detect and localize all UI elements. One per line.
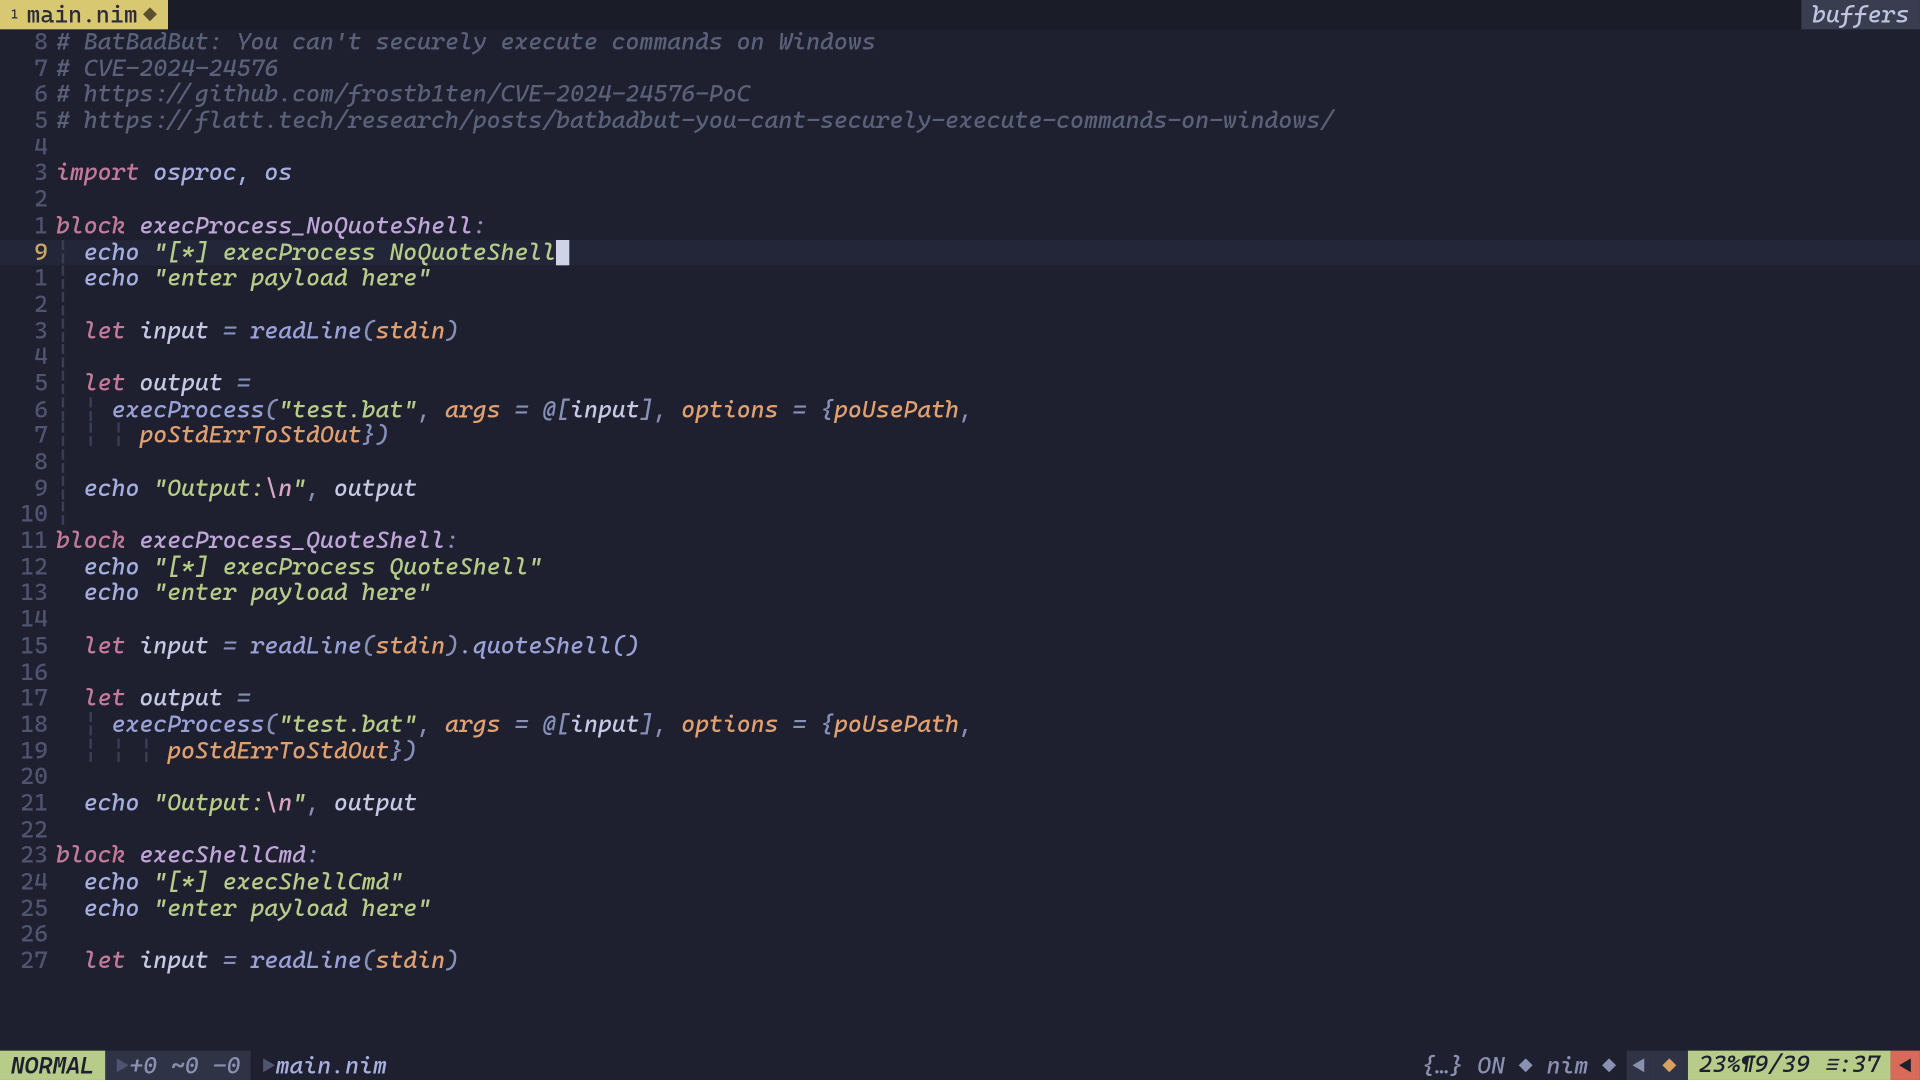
line-number: 10: [0, 502, 56, 528]
line-number: 16: [0, 659, 56, 685]
code-line[interactable]: # https://github.com/frostb1ten/CVE-2024…: [56, 82, 1920, 108]
code-line[interactable]: ¦ let output =: [56, 371, 1920, 397]
code-line[interactable]: block execShellCmd:: [56, 843, 1920, 869]
line-number: 20: [0, 764, 56, 790]
code-line[interactable]: ¦: [56, 344, 1920, 370]
line-number: 17: [0, 686, 56, 712]
line-number: 8: [0, 449, 56, 475]
line-number: 7: [0, 56, 56, 82]
line-number: 4: [0, 134, 56, 160]
line-number: 15: [0, 633, 56, 659]
code-line[interactable]: echo "Output:\n", output: [56, 791, 1920, 817]
code-line[interactable]: ¦ ¦ execProcess("test.bat", args = @[inp…: [56, 397, 1920, 423]
line-number: 6: [0, 82, 56, 108]
tabline-spacer: [168, 0, 1802, 29]
line-number: 1: [0, 213, 56, 239]
code-line[interactable]: [56, 764, 1920, 790]
line-number: 23: [0, 843, 56, 869]
line-number: 8: [0, 29, 56, 55]
error-indicator-icon: ◀: [1891, 1051, 1920, 1080]
line-number: 18: [0, 712, 56, 738]
line-number: 11: [0, 528, 56, 554]
code-line[interactable]: ¦ execProcess("test.bat", args = @[input…: [56, 712, 1920, 738]
tab-line: 1 main.nim ◆ buffers: [0, 0, 1920, 29]
code-line[interactable]: [56, 187, 1920, 213]
line-number: 6: [0, 397, 56, 423]
code-line[interactable]: ¦ ¦ ¦ poStdErrToStdOut}): [56, 423, 1920, 449]
code-line[interactable]: ¦ let input = readLine(stdin): [56, 318, 1920, 344]
code-line[interactable]: block execProcess_NoQuoteShell:: [56, 213, 1920, 239]
line-number: 24: [0, 869, 56, 895]
line-number: 21: [0, 791, 56, 817]
line-number: 14: [0, 607, 56, 633]
line-number: 26: [0, 922, 56, 948]
code-line[interactable]: echo "[*] execShellCmd": [56, 869, 1920, 895]
encoding-filetype: {…} ON ◆ nim ◆: [1411, 1051, 1627, 1080]
line-number: 5: [0, 108, 56, 134]
code-line[interactable]: ¦: [56, 292, 1920, 318]
code-line[interactable]: # BatBadBut: You can't securely execute …: [56, 29, 1920, 55]
line-number: 1: [0, 266, 56, 292]
line-number: 27: [0, 948, 56, 974]
code-line[interactable]: echo "enter payload here": [56, 581, 1920, 607]
cursor: [556, 239, 569, 264]
mode-indicator: NORMAL: [0, 1051, 105, 1080]
line-number: 12: [0, 554, 56, 580]
code-line[interactable]: echo "enter payload here": [56, 896, 1920, 922]
code-line[interactable]: let output =: [56, 686, 1920, 712]
code-line[interactable]: let input = readLine(stdin): [56, 948, 1920, 974]
line-number: 13: [0, 581, 56, 607]
line-number: 2: [0, 187, 56, 213]
line-number: 5: [0, 371, 56, 397]
code-line[interactable]: ¦ ¦ ¦ poStdErrToStdOut}): [56, 738, 1920, 764]
code-line[interactable]: [56, 607, 1920, 633]
code-line[interactable]: block execProcess_QuoteShell:: [56, 528, 1920, 554]
code-line[interactable]: [56, 922, 1920, 948]
line-number: 4: [0, 344, 56, 370]
code-line[interactable]: [56, 817, 1920, 843]
line-number: 22: [0, 817, 56, 843]
warning-icon: ◆: [1651, 1051, 1688, 1080]
tab-index: 1: [11, 7, 19, 22]
current-line-number: 9: [0, 239, 56, 265]
code-line[interactable]: [56, 134, 1920, 160]
code-line[interactable]: import osproc, os: [56, 161, 1920, 187]
editor-viewport[interactable]: 8# BatBadBut: You can't securely execute…: [0, 29, 1920, 1050]
line-number: 3: [0, 318, 56, 344]
code-line[interactable]: # CVE-2024-24576: [56, 56, 1920, 82]
line-number: 3: [0, 161, 56, 187]
tabline-buffers-button[interactable]: buffers: [1801, 0, 1920, 29]
code-line[interactable]: ¦: [56, 449, 1920, 475]
tab-filename: main.nim: [26, 1, 137, 29]
position-indicator: 23%¶9/39 ☰:37: [1688, 1051, 1891, 1080]
code-line[interactable]: ¦ echo "Output:\n", output: [56, 476, 1920, 502]
git-status: ▶ +0 ~0 -0: [105, 1051, 251, 1080]
line-number: 9: [0, 476, 56, 502]
line-number: 7: [0, 423, 56, 449]
code-line[interactable]: ¦ echo "enter payload here": [56, 266, 1920, 292]
code-line[interactable]: [56, 659, 1920, 685]
line-number: 2: [0, 292, 56, 318]
separator-icon: ◀: [1627, 1051, 1651, 1080]
modified-icon: ◆: [143, 1, 157, 29]
code-line[interactable]: ¦: [56, 502, 1920, 528]
line-number: 25: [0, 896, 56, 922]
tabline-right-label: buffers: [1812, 1, 1909, 29]
buffer-tab[interactable]: 1 main.nim ◆: [0, 0, 168, 29]
filename-segment: ▶ main.nim: [251, 1051, 1411, 1080]
code-line[interactable]: ¦ echo "[*] execProcess NoQuoteShell: [56, 239, 1920, 265]
status-line: NORMAL ▶ +0 ~0 -0 ▶ main.nim {…} ON ◆ ni…: [0, 1051, 1920, 1080]
code-line[interactable]: echo "[*] execProcess QuoteShell": [56, 554, 1920, 580]
code-line[interactable]: let input = readLine(stdin).quoteShell(): [56, 633, 1920, 659]
line-number: 19: [0, 738, 56, 764]
code-line[interactable]: # https://flatt.tech/research/posts/batb…: [56, 108, 1920, 134]
